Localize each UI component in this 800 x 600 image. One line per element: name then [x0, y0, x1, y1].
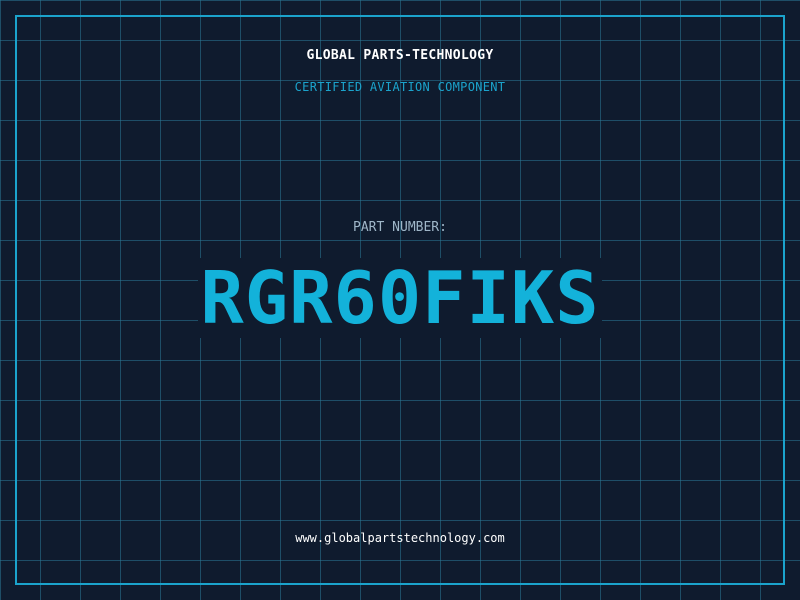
- part-number-container: RGR60FIKS: [0, 258, 800, 338]
- company-name: GLOBAL PARTS-TECHNOLOGY: [306, 48, 494, 63]
- certification-tagline: CERTIFIED AVIATION COMPONENT: [294, 80, 506, 94]
- part-number-value: RGR60FIKS: [198, 256, 602, 340]
- part-number-label: PART NUMBER:: [353, 220, 447, 235]
- website-url: www.globalpartstechnology.com: [295, 531, 505, 545]
- label-canvas: GLOBAL PARTS-TECHNOLOGY CERTIFIED AVIATI…: [0, 0, 800, 600]
